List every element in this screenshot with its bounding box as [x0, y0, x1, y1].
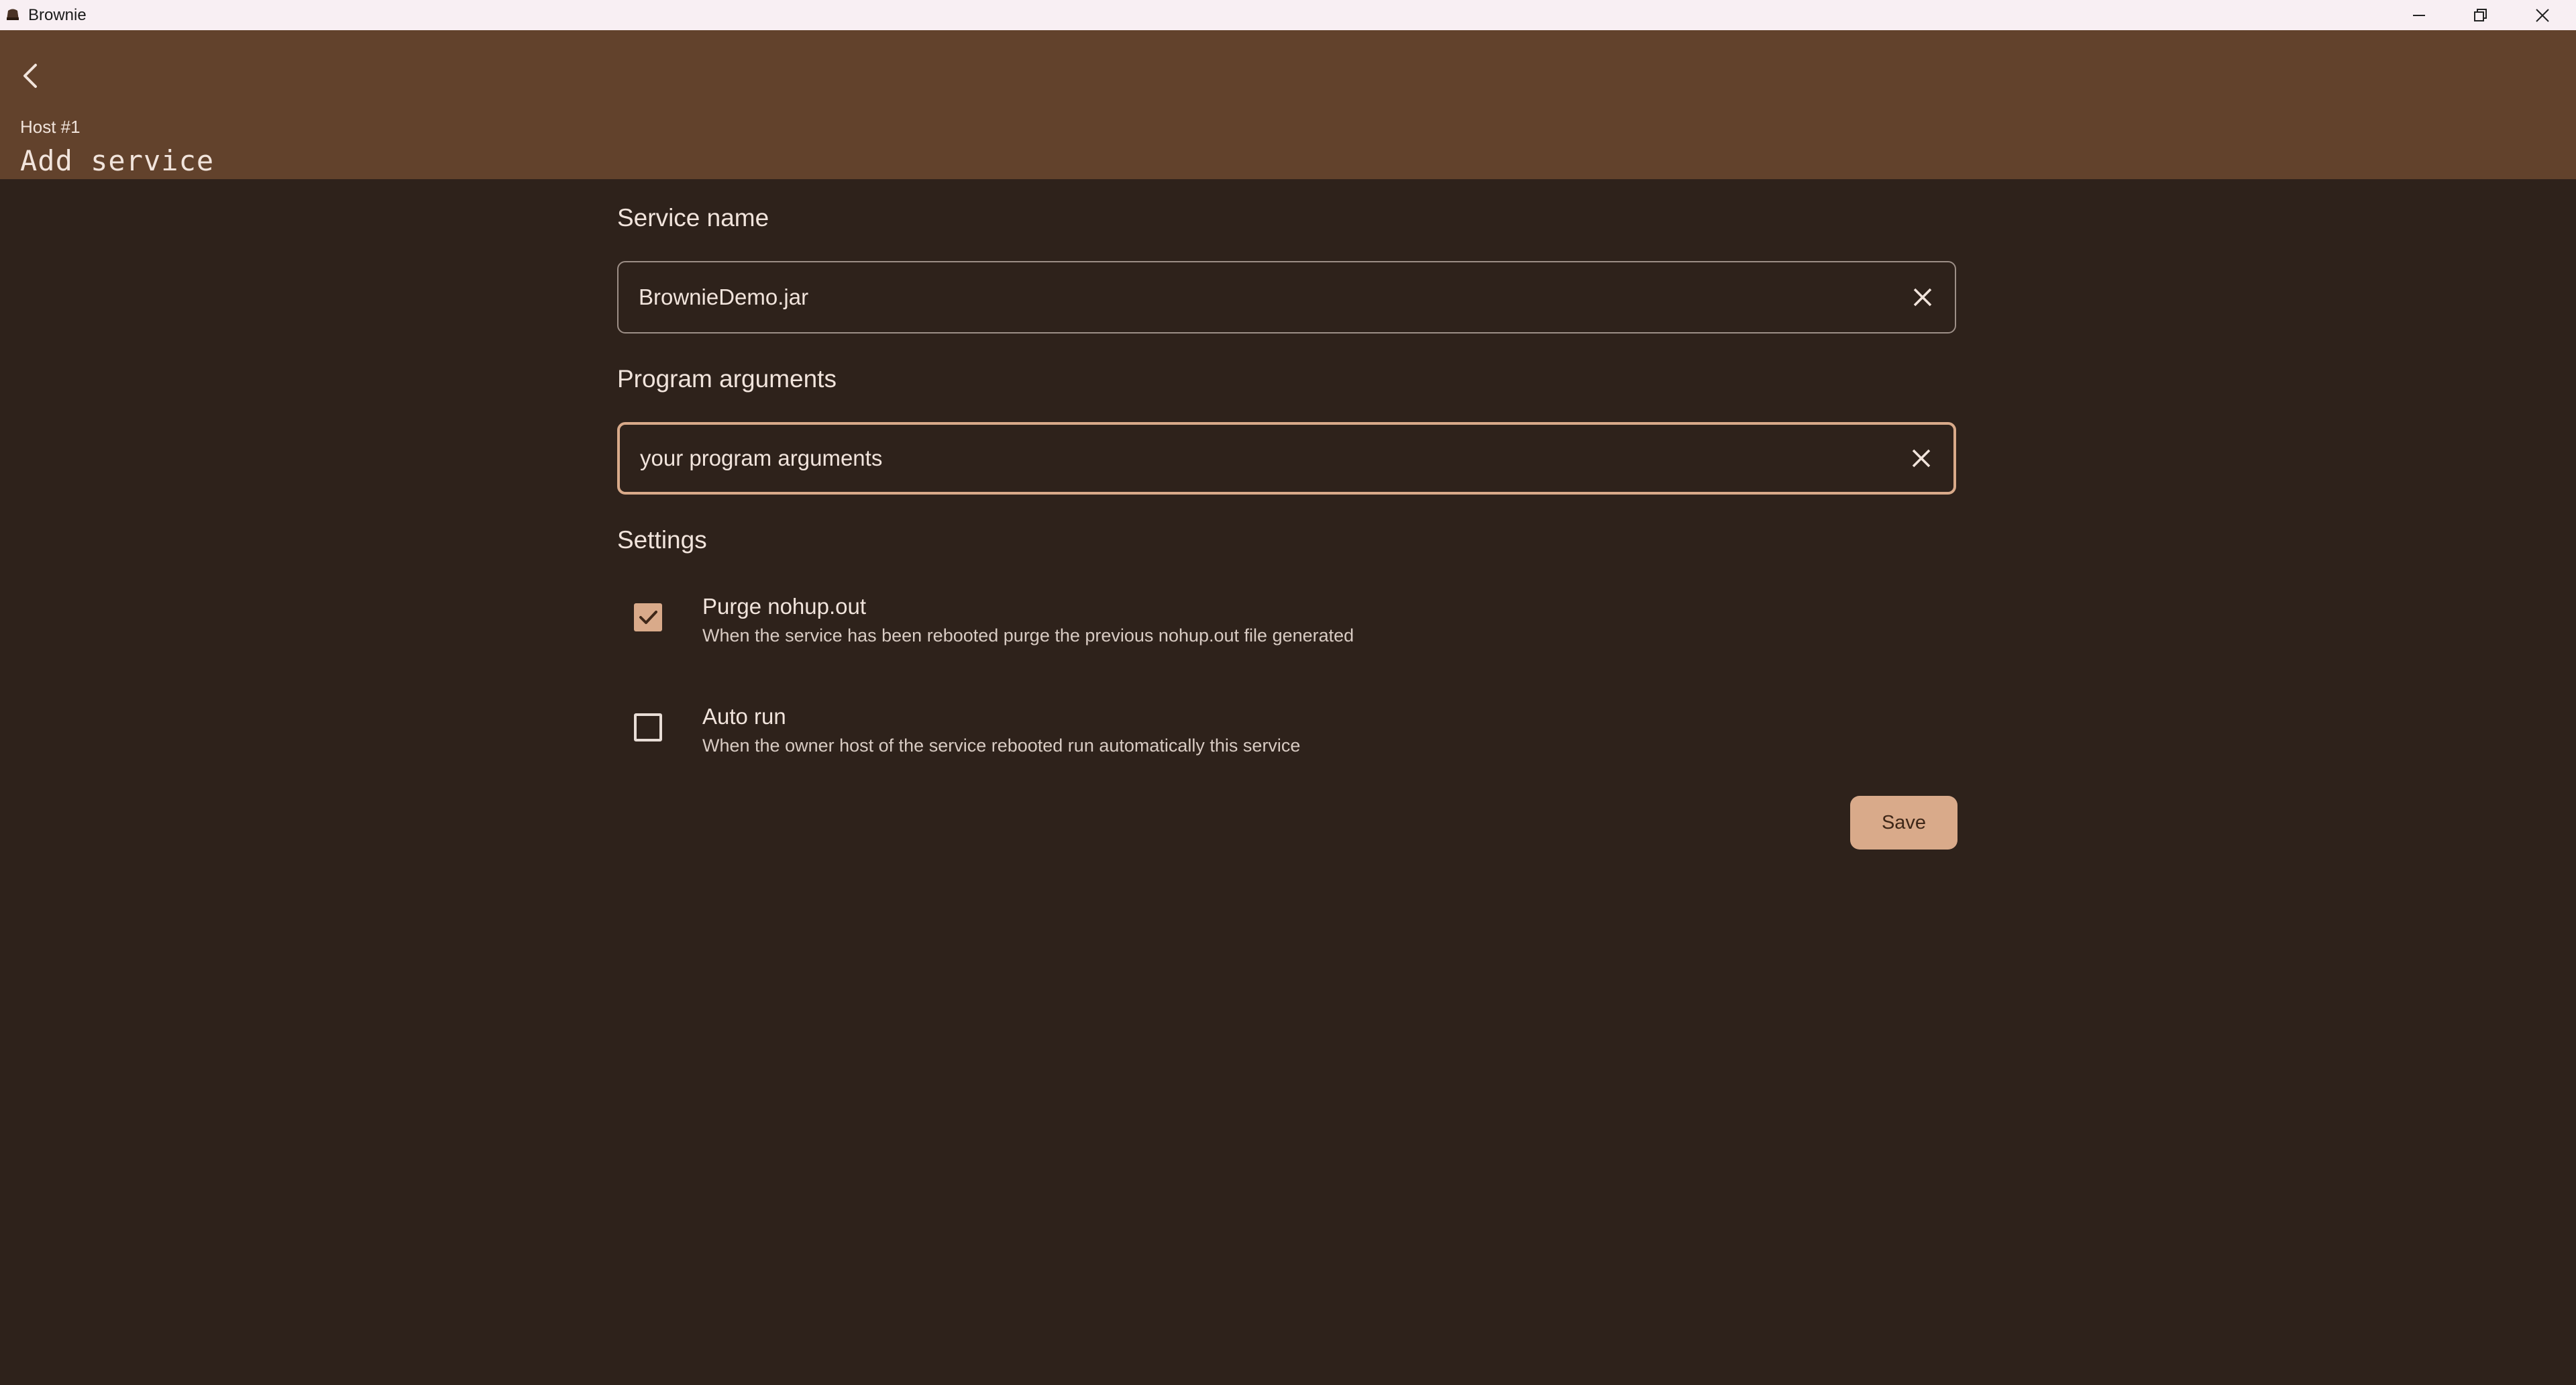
program-arguments-clear-button[interactable]: [1908, 445, 1935, 472]
app-header: Host #1 Add service: [0, 30, 2576, 179]
program-arguments-value[interactable]: your program arguments: [640, 446, 882, 471]
close-icon: [2536, 8, 2549, 22]
purge-nohup-description: When the service has been rebooted purge…: [702, 625, 1354, 646]
minimize-button[interactable]: [2388, 0, 2450, 30]
restore-button[interactable]: [2450, 0, 2512, 30]
service-name-field[interactable]: BrownieDemo.jar: [617, 261, 1956, 334]
auto-run-description: When the owner host of the service reboo…: [702, 735, 1301, 756]
host-subtitle: Host #1: [20, 117, 80, 137]
checkmark-icon: [639, 611, 657, 624]
purge-nohup-checkbox[interactable]: [634, 603, 662, 631]
service-name-value[interactable]: BrownieDemo.jar: [639, 285, 808, 310]
program-arguments-field[interactable]: your program arguments: [617, 422, 1956, 495]
auto-run-checkbox[interactable]: [634, 713, 662, 741]
chevron-left-icon: [23, 64, 37, 88]
close-icon: [1913, 288, 1932, 307]
purge-nohup-title: Purge nohup.out: [702, 594, 867, 619]
save-button[interactable]: Save: [1850, 796, 1957, 850]
program-arguments-label: Program arguments: [617, 365, 837, 393]
back-button[interactable]: [11, 57, 48, 95]
service-name-clear-button[interactable]: [1909, 284, 1936, 311]
service-name-label: Service name: [617, 204, 769, 232]
settings-label: Settings: [617, 526, 707, 554]
window-titlebar: Brownie: [0, 0, 2576, 30]
close-window-button[interactable]: [2512, 0, 2573, 30]
close-icon: [1912, 449, 1931, 468]
restore-icon: [2474, 8, 2487, 21]
minimize-icon: [2413, 14, 2425, 16]
window-title: Brownie: [28, 6, 87, 24]
auto-run-title: Auto run: [702, 704, 786, 729]
page-title: Add service: [20, 144, 215, 177]
app-icon: [5, 8, 20, 21]
